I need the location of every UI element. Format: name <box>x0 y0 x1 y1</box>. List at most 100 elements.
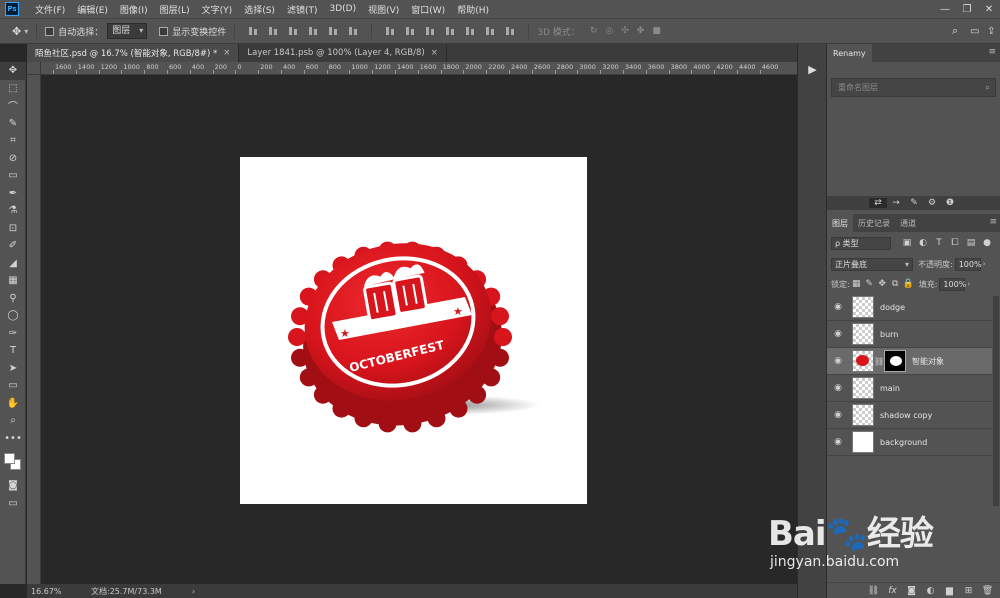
foreground-color-swatch[interactable] <box>4 453 15 464</box>
rectangle-tool-icon[interactable]: ▭ <box>0 377 26 395</box>
marquee-tool-icon[interactable]: ⬚ <box>0 80 26 98</box>
history-brush-tool-icon[interactable]: ⊡ <box>0 220 26 238</box>
scale-3d-icon[interactable]: ■ <box>652 26 661 36</box>
hand-tool-icon[interactable]: ✋ <box>0 395 26 413</box>
layer-row-smart-object[interactable]: ◉ ⛓ 智能对象 <box>827 348 992 375</box>
close-icon[interactable]: × <box>431 48 438 58</box>
tab-renamy[interactable]: Renamy <box>827 44 872 62</box>
type-filter-icon[interactable]: T <box>931 238 947 248</box>
menu-layer[interactable]: 图层(L) <box>154 3 196 16</box>
eye-icon[interactable]: ◉ <box>827 356 849 366</box>
close-icon[interactable]: × <box>223 48 230 58</box>
align-left-icon[interactable] <box>306 25 320 37</box>
eye-icon[interactable]: ◉ <box>827 383 849 393</box>
link-icon[interactable]: ⛓ <box>874 357 884 366</box>
pen-tool-icon[interactable]: ✑ <box>0 325 26 343</box>
crop-tool-icon[interactable]: ⌗ <box>0 132 26 150</box>
adjust-icon[interactable]: ⇄ <box>869 198 887 208</box>
align-bottom-icon[interactable] <box>286 25 300 37</box>
workspace-icon[interactable]: ▭ <box>970 26 979 37</box>
distribute-vcenter-icon[interactable] <box>403 25 417 37</box>
chevron-right-icon[interactable]: › <box>967 280 970 288</box>
quick-select-tool-icon[interactable]: ✎ <box>0 115 26 133</box>
search-icon[interactable]: ⌕ <box>986 79 990 96</box>
brush-tool-icon[interactable]: ✒ <box>0 185 26 203</box>
tab-history[interactable]: 历史记录 <box>853 214 895 232</box>
link-layers-icon[interactable]: ⛓ <box>864 586 883 596</box>
zoom-level[interactable]: 16.67% <box>31 587 81 596</box>
chevron-right-icon[interactable]: › <box>983 260 986 268</box>
restore-button[interactable]: ❐ <box>956 0 978 18</box>
lock-transparent-icon[interactable]: ▦ <box>850 279 863 289</box>
align-top-icon[interactable] <box>246 25 260 37</box>
distribute-right-icon[interactable] <box>483 25 497 37</box>
distribute-top-icon[interactable] <box>383 25 397 37</box>
blend-mode-select[interactable]: 正片叠底 ▾ <box>831 257 913 271</box>
lock-all-icon[interactable]: 🔒 <box>902 279 915 289</box>
align-hcenter-icon[interactable] <box>326 25 340 37</box>
zoom-tool-icon[interactable]: ⌕ <box>0 412 26 430</box>
color-swatches[interactable] <box>0 447 26 477</box>
layer-row-background[interactable]: ◉ background <box>827 429 992 456</box>
screen-mode-icon[interactable]: ▭ <box>0 495 26 513</box>
chevron-down-icon[interactable]: ▾ <box>24 27 28 36</box>
group-icon[interactable]: ▆ <box>940 586 959 596</box>
align-right-icon[interactable] <box>346 25 360 37</box>
tab-channels[interactable]: 通道 <box>895 214 921 232</box>
layer-filter-select[interactable]: ρ 类型 <box>831 236 891 250</box>
show-transform-checkbox[interactable] <box>159 26 169 36</box>
layer-mask-thumbnail[interactable] <box>884 350 906 372</box>
document-canvas[interactable]: ★ ★ OCTOBERFEST <box>240 157 587 504</box>
menu-image[interactable]: 图像(I) <box>114 3 154 16</box>
orbit-3d-icon[interactable]: ↻ <box>590 26 598 36</box>
menu-window[interactable]: 窗口(W) <box>405 3 451 16</box>
menu-select[interactable]: 选择(S) <box>238 3 281 16</box>
export-icon[interactable]: → <box>887 198 905 208</box>
menu-file[interactable]: 文件(F) <box>29 3 71 16</box>
path-select-tool-icon[interactable]: ➤ <box>0 360 26 378</box>
eye-icon[interactable]: ◉ <box>827 302 849 312</box>
auto-align-icon[interactable] <box>503 25 517 37</box>
menu-3d[interactable]: 3D(D) <box>323 4 362 14</box>
menu-view[interactable]: 视图(V) <box>362 3 405 16</box>
layer-row-main[interactable]: ◉ main <box>827 375 992 402</box>
gear-icon[interactable]: ⚙ <box>923 198 941 208</box>
add-mask-icon[interactable]: ◙ <box>902 586 921 596</box>
lock-pixels-icon[interactable]: ✎ <box>863 279 876 289</box>
tab-doc-2[interactable]: Layer 1841.psb @ 100% (Layer 4, RGB/8) × <box>239 44 447 62</box>
play-action-icon[interactable]: ▶ <box>798 52 827 86</box>
distribute-bottom-icon[interactable] <box>423 25 437 37</box>
renamy-search-input[interactable]: 重命名图层 ⌕ <box>831 78 996 97</box>
frame-tool-icon[interactable]: ▭ <box>0 167 26 185</box>
roll-3d-icon[interactable]: ◎ <box>605 26 613 36</box>
layer-row-shadow-copy[interactable]: ◉ shadow copy <box>827 402 992 429</box>
filter-toggle-icon[interactable]: ● <box>979 238 995 248</box>
panel-menu-icon[interactable]: ≡ <box>988 47 996 57</box>
search-icon[interactable]: ⌕ <box>952 24 958 38</box>
more-tools-icon[interactable]: ••• <box>0 430 26 448</box>
tab-doc-1[interactable]: 陌鱼社区.psd @ 16.7% (智能对象, RGB/8#) * × <box>27 44 240 62</box>
lock-position-icon[interactable]: ✥ <box>876 279 889 289</box>
adjustment-layer-icon[interactable]: ◐ <box>921 586 940 596</box>
eye-icon[interactable]: ◉ <box>827 329 849 339</box>
stamp-tool-icon[interactable]: ⚗ <box>0 202 26 220</box>
dodge-tool-icon[interactable]: ⚲ <box>0 290 26 308</box>
opacity-field[interactable]: 100% <box>954 257 982 271</box>
trash-icon[interactable]: 🗑 <box>978 586 997 596</box>
eyedropper-tool-icon[interactable]: ⊘ <box>0 150 26 168</box>
adjustment-filter-icon[interactable]: ◐ <box>915 238 931 248</box>
status-arrow-icon[interactable]: › <box>192 587 195 596</box>
share-icon[interactable]: ⇪ <box>987 26 995 37</box>
layer-row-dodge[interactable]: ◉ dodge <box>827 294 992 321</box>
quick-mask-icon[interactable]: ◙ <box>0 477 26 495</box>
info-icon[interactable]: ❶ <box>941 198 959 208</box>
drag-3d-icon[interactable]: ✣ <box>621 26 629 36</box>
menu-filter[interactable]: 滤镜(T) <box>281 3 324 16</box>
layers-scrollbar[interactable] <box>993 296 999 506</box>
menu-edit[interactable]: 编辑(E) <box>71 3 114 16</box>
distribute-left-icon[interactable] <box>443 25 457 37</box>
menu-type[interactable]: 文字(Y) <box>196 3 239 16</box>
smart-object-filter-icon[interactable]: ▤ <box>963 238 979 248</box>
auto-select-checkbox[interactable] <box>45 26 55 36</box>
lasso-tool-icon[interactable]: ⌒ <box>0 97 26 115</box>
